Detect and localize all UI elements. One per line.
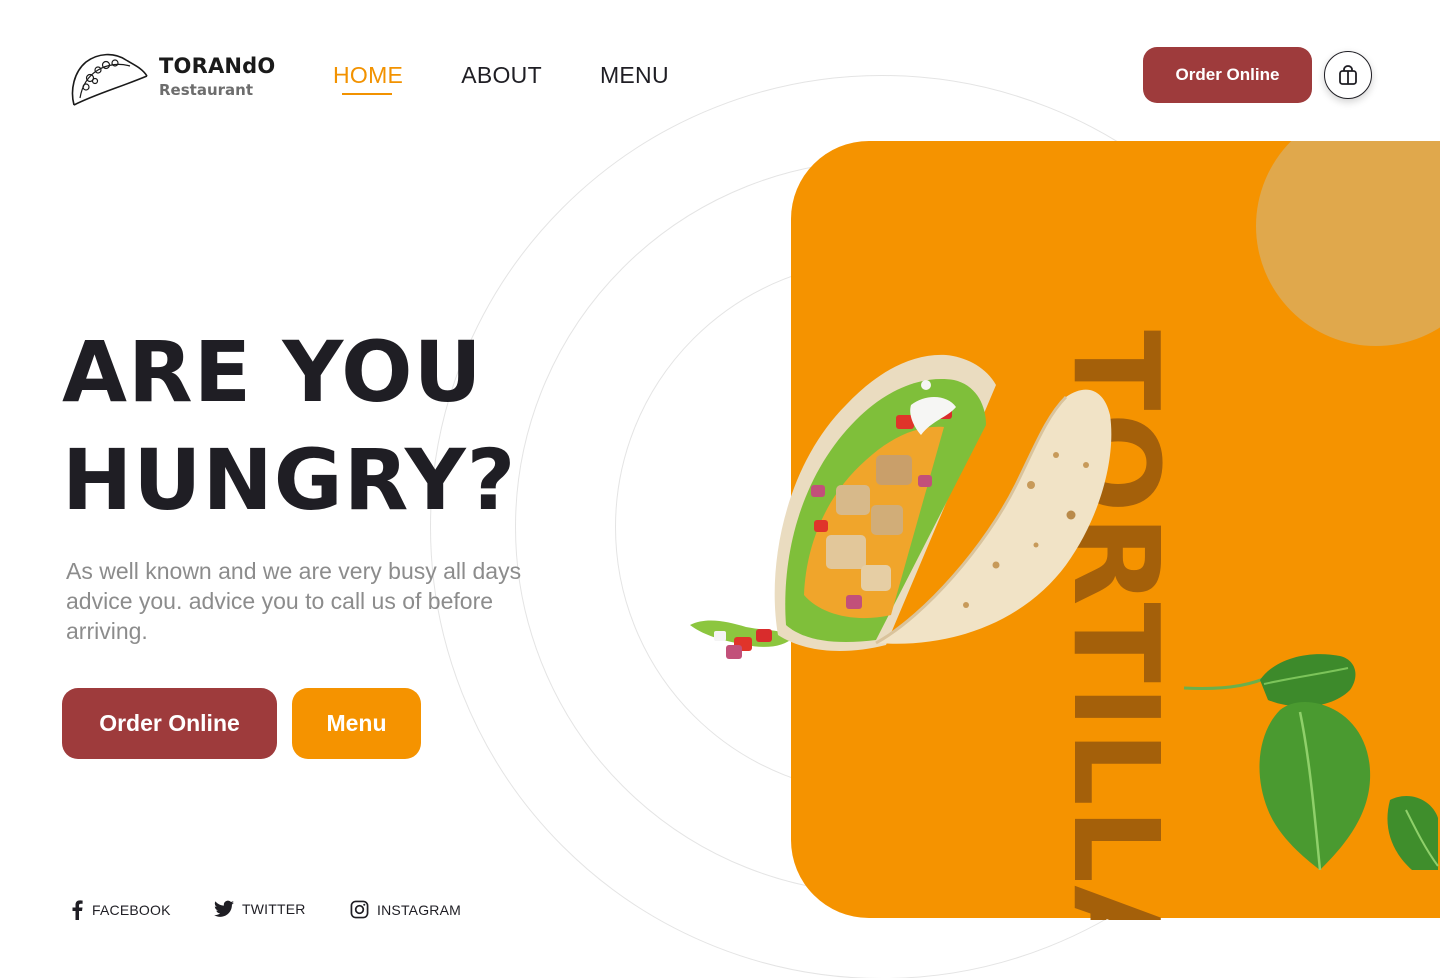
header-order-online-button[interactable]: Order Online [1143,47,1312,103]
decorative-circle [1256,141,1440,346]
taco-logo-icon [71,53,148,106]
twitter-link[interactable]: TWITTER [214,900,306,918]
instagram-label: INSTAGRAM [377,901,461,918]
main-nav: HOME ABOUT MENU [333,62,727,95]
nav-active-underline [342,93,392,95]
cart-button[interactable] [1324,51,1372,99]
facebook-link[interactable]: FACEBOOK [70,900,171,920]
shopping-bag-icon [1339,65,1357,85]
facebook-icon [72,900,83,920]
order-online-button[interactable]: Order Online [62,688,277,759]
brand-logo[interactable]: TORANdO Restaurant [68,50,278,110]
instagram-icon [350,900,369,919]
instagram-link[interactable]: INSTAGRAM [350,900,461,919]
facebook-label: FACEBOOK [92,902,171,918]
nav-item-about[interactable]: ABOUT [461,62,542,89]
nav-item-home[interactable]: HOME [333,62,403,89]
hero-title: ARE YOU HUNGRY? [62,318,582,534]
hero-title-line-1: ARE YOU [62,323,483,421]
menu-button[interactable]: Menu [292,688,421,759]
hero-title-line-2: HUNGRY? [62,431,517,529]
taco-illustration [690,354,1112,659]
brand-name: TORANdO [159,54,276,78]
spinach-leaves-illustration [1183,654,1439,870]
brand-subtitle: Restaurant [159,81,253,99]
twitter-label: TWITTER [242,901,306,917]
hero-description: As well known and we are very busy all d… [66,558,522,644]
twitter-icon [214,900,234,917]
nav-item-menu[interactable]: MENU [600,62,669,89]
